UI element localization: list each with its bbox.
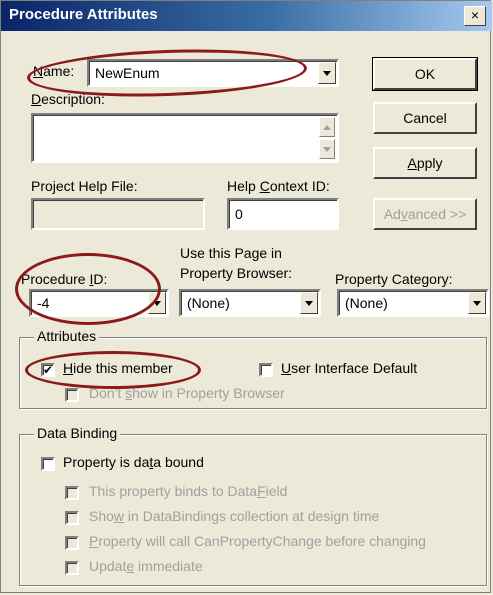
name-combobox[interactable]: NewEnum <box>87 59 339 87</box>
procedure-attributes-dialog: Procedure Attributes × Name: NewEnum Des… <box>0 0 492 593</box>
property-category-combobox[interactable]: (None) <box>337 289 489 317</box>
use-page-combobox[interactable]: (None) <box>179 289 321 317</box>
advanced-button[interactable]: Advanced >> <box>373 198 477 230</box>
help-context-id-label: Help Context ID: <box>227 178 330 194</box>
data-bound-checkbox[interactable] <box>41 457 55 471</box>
name-label: Name: <box>33 63 75 79</box>
description-label: Description: <box>31 91 105 107</box>
ui-default-checkbox[interactable] <box>259 363 273 377</box>
project-help-file-label: Project Help File: <box>31 178 138 194</box>
hide-member-checkbox[interactable]: ✔ <box>41 363 55 377</box>
use-page-dropdown-button[interactable] <box>300 292 318 314</box>
scroll-up-button[interactable] <box>319 117 335 137</box>
chevron-down-icon <box>305 300 313 306</box>
cancel-button[interactable]: Cancel <box>373 102 477 134</box>
update-immediate-label: Update immediate <box>89 558 203 574</box>
help-context-id-field[interactable]: 0 <box>227 198 339 230</box>
window-title: Procedure Attributes <box>9 6 158 23</box>
property-category-dropdown-button[interactable] <box>468 292 486 314</box>
use-page-label-line1: Use this Page in <box>180 245 282 261</box>
ui-default-label: User Interface Default <box>281 360 418 376</box>
chevron-down-icon <box>473 300 481 306</box>
procedure-id-label: Procedure ID: <box>21 271 108 287</box>
close-button[interactable]: × <box>464 6 486 26</box>
procedure-id-value: -4 <box>37 295 50 311</box>
property-category-value: (None) <box>345 295 388 311</box>
arrow-down-icon <box>323 146 331 152</box>
data-binding-group-title: Data Binding <box>34 425 121 441</box>
update-immediate-checkbox[interactable] <box>65 561 79 575</box>
show-in-databindings-label: Show in DataBindings collection at desig… <box>89 508 380 524</box>
hide-member-label: Hide this member <box>63 360 173 376</box>
title-bar[interactable]: Procedure Attributes × <box>1 1 492 31</box>
binds-to-datafield-checkbox[interactable] <box>65 486 79 500</box>
procedure-id-combobox[interactable]: -4 <box>29 289 169 317</box>
apply-button[interactable]: Apply <box>373 147 477 179</box>
checkmark-icon: ✔ <box>43 363 54 377</box>
procedure-id-dropdown-button[interactable] <box>148 292 166 314</box>
arrow-up-icon <box>323 124 331 130</box>
property-category-label: Property Category: <box>335 271 453 287</box>
use-page-label-line2: Property Browser: <box>180 265 293 281</box>
description-field[interactable] <box>31 113 339 163</box>
chevron-down-icon <box>153 300 161 306</box>
close-icon: × <box>470 7 480 23</box>
show-in-databindings-checkbox[interactable] <box>65 511 79 525</box>
binds-to-datafield-label: This property binds to DataField <box>89 483 288 499</box>
can-property-change-checkbox[interactable] <box>65 536 79 550</box>
can-property-change-label: Property will call CanPropertyChange bef… <box>89 533 426 549</box>
scroll-down-button[interactable] <box>319 139 335 159</box>
ok-button[interactable]: OK <box>372 57 478 91</box>
name-dropdown-button[interactable] <box>318 62 336 84</box>
dont-show-label: Don't show in Property Browser <box>89 385 285 401</box>
attributes-group-title: Attributes <box>34 328 100 344</box>
data-bound-label: Property is data bound <box>63 454 204 470</box>
project-help-file-field <box>31 198 205 230</box>
chevron-down-icon <box>323 70 331 76</box>
name-value: NewEnum <box>95 65 160 81</box>
help-context-id-value: 0 <box>235 206 243 222</box>
use-page-value: (None) <box>187 295 230 311</box>
dont-show-checkbox[interactable] <box>65 388 79 402</box>
